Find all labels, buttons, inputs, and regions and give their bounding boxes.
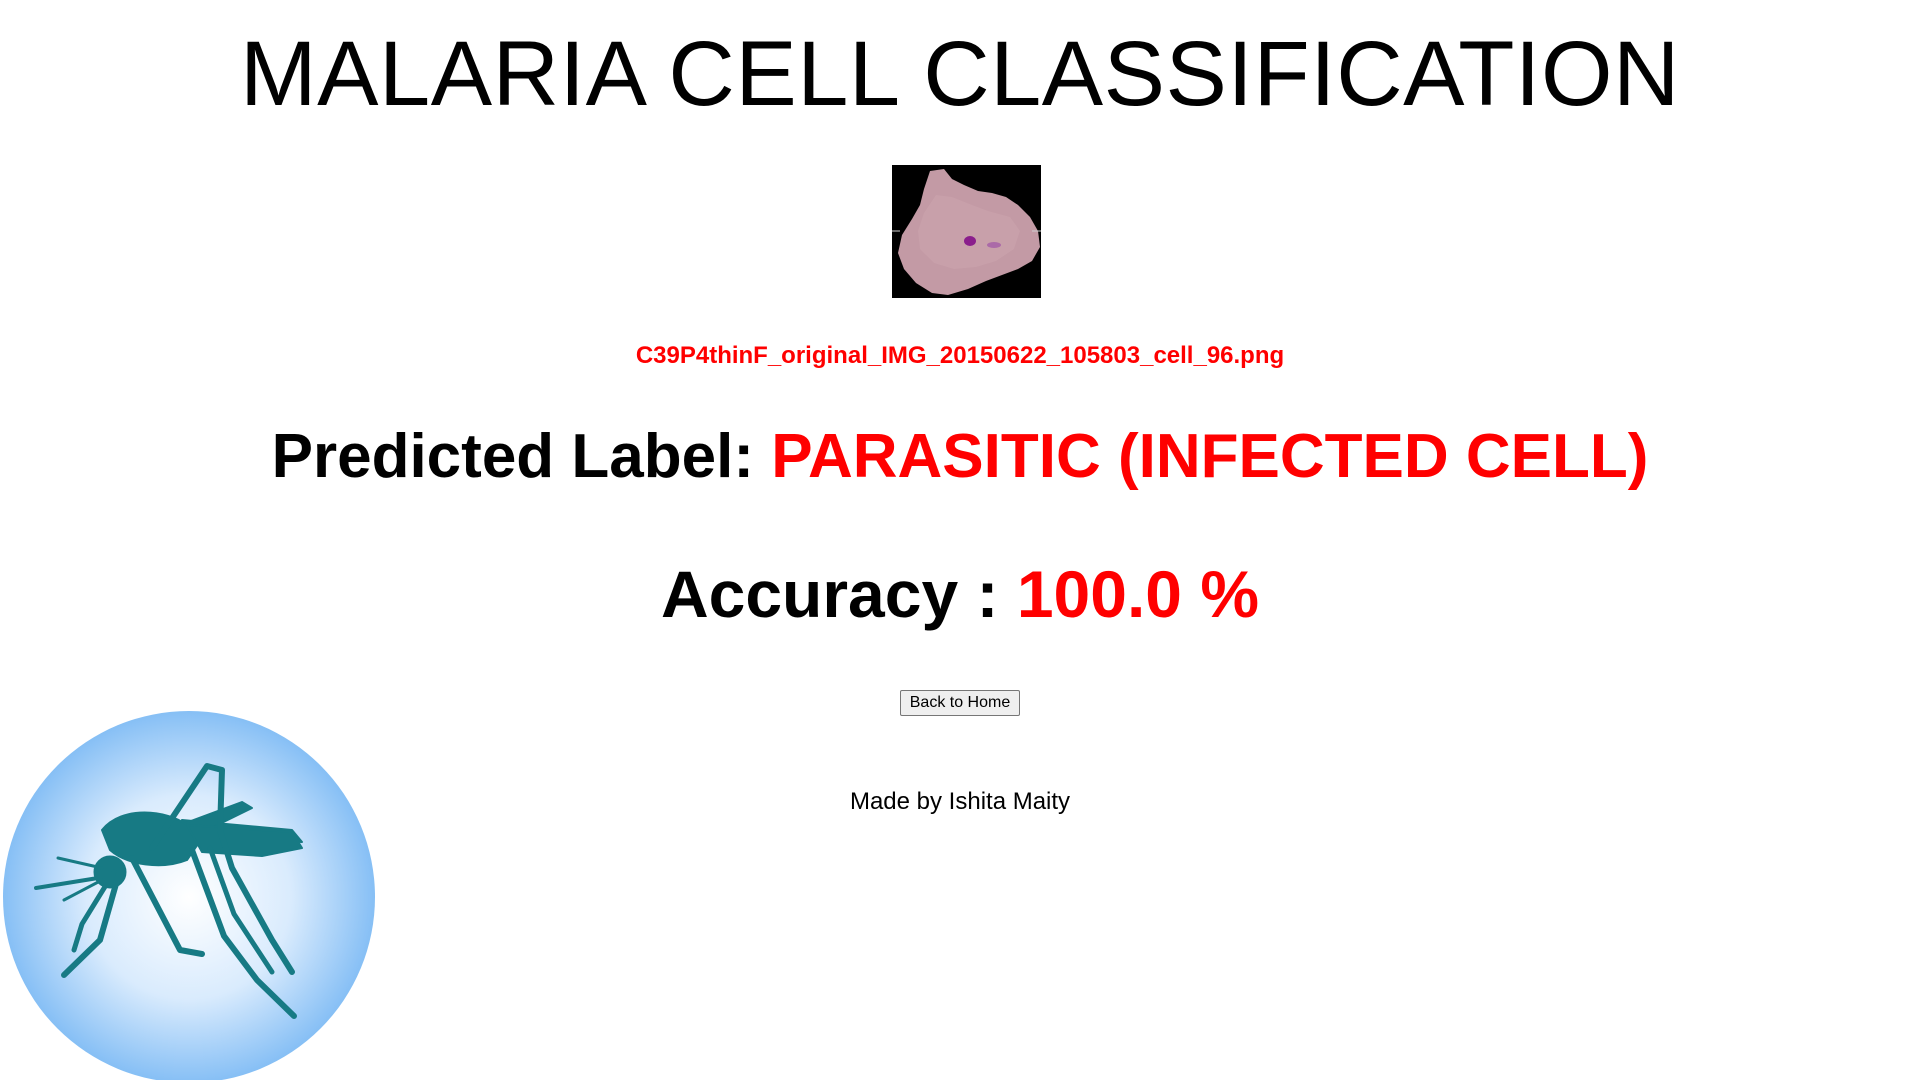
predicted-label-value: PARASITIC (INFECTED CELL) — [771, 422, 1649, 491]
cell-image — [892, 165, 1041, 298]
accuracy: Accuracy : 100.0 % — [0, 556, 1920, 632]
predicted-label: Predicted Label: PARASITIC (INFECTED CEL… — [0, 421, 1920, 492]
back-to-home-button[interactable]: Back to Home — [899, 690, 1021, 716]
predicted-label-prefix: Predicted Label: — [271, 422, 772, 491]
accuracy-prefix: Accuracy : — [660, 557, 1017, 631]
page: MALARIA CELL CLASSIFICATION C39P4thinF_o… — [0, 0, 1920, 1080]
page-title: MALARIA CELL CLASSIFICATION — [240, 23, 1680, 125]
accuracy-value: 100.0 % — [1016, 557, 1260, 631]
mosquito-icon — [3, 711, 375, 1080]
image-filename: C39P4thinF_original_IMG_20150622_105803_… — [635, 342, 1285, 369]
